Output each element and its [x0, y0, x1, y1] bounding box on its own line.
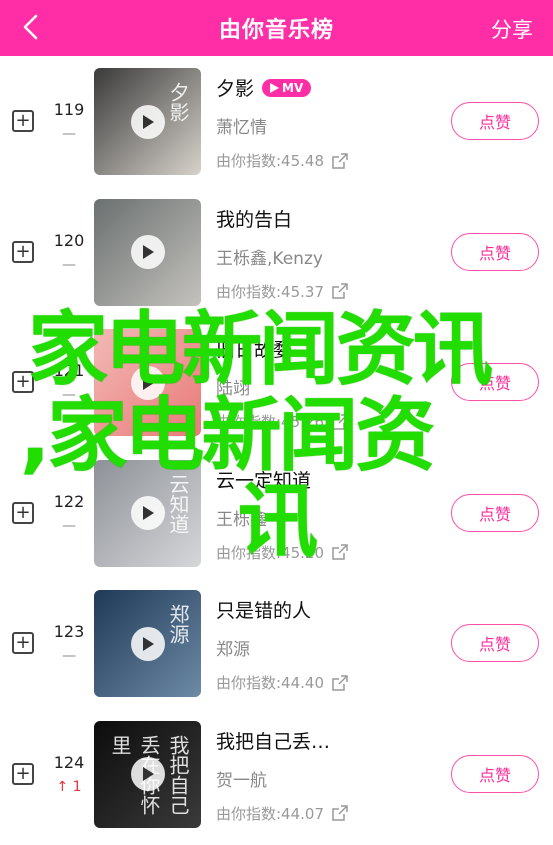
cover-text: 夕影: [166, 82, 190, 122]
rank-number: 121: [53, 361, 85, 380]
score-index-label: 由你指数:44.40: [216, 674, 324, 692]
play-button[interactable]: [130, 235, 165, 269]
rank-trend: —: [62, 387, 76, 403]
top-bar: 由你音乐榜 分享: [0, 0, 553, 56]
add-to-playlist-button[interactable]: +: [12, 371, 34, 393]
song-title[interactable]: 旧日故婺: [216, 335, 292, 362]
like-button[interactable]: 点赞: [451, 232, 539, 271]
song-title-row: 夕影 MV: [216, 74, 312, 101]
like-button[interactable]: 点赞: [451, 102, 539, 140]
album-cover[interactable]: [94, 329, 201, 436]
song-title[interactable]: 云一定知道: [216, 466, 311, 493]
rank-trend: —: [62, 256, 76, 273]
play-button[interactable]: [130, 757, 165, 791]
artist-name[interactable]: 贺一航: [216, 766, 267, 791]
song-title-row: 我的告白: [216, 205, 292, 232]
song-title-row: 只是错的人: [216, 596, 311, 623]
play-icon: [142, 245, 154, 259]
chart-row[interactable]: + 121 — 旧日故婺 陆翊 由你指数:45.26 点赞: [0, 317, 553, 448]
song-title[interactable]: 我的告白: [216, 205, 292, 232]
score-index: 由你指数:45.37: [216, 281, 348, 302]
external-link-icon[interactable]: [332, 544, 348, 560]
rank-number: 124: [53, 752, 85, 772]
play-icon: [270, 82, 280, 93]
rank-trend: —: [62, 126, 76, 142]
chart-row[interactable]: + 120 — 我的告白 王栎鑫,Kenzy 由你指数:45.37 点赞: [0, 187, 553, 318]
chart-row[interactable]: + 124 ↑ 1 我把自己丢在你怀里 我把自己丢… 贺一航 由你指数:44.0…: [0, 709, 553, 840]
like-button[interactable]: 点赞: [451, 493, 539, 532]
share-button[interactable]: 分享: [491, 14, 533, 44]
album-cover[interactable]: 我把自己丢在你怀里: [94, 720, 201, 828]
play-icon: [142, 767, 154, 781]
rank-trend: ↑ 1: [56, 778, 82, 795]
song-title-row: 旧日故婺: [216, 335, 292, 362]
rank-number: 122: [53, 491, 85, 511]
song-title-row: 云一定知道: [216, 466, 311, 493]
play-icon: [142, 636, 154, 651]
add-to-playlist-button[interactable]: +: [12, 762, 34, 785]
score-index: 由你指数:45.20: [216, 542, 348, 563]
external-link-icon[interactable]: [332, 674, 348, 691]
rank-number: 120: [53, 230, 85, 250]
rank-number: 123: [53, 622, 85, 641]
play-button[interactable]: [130, 496, 165, 530]
artist-name[interactable]: 萧忆情: [216, 113, 267, 138]
chart-row[interactable]: + 122 — 云知道 云一定知道 王栎鑫 由你指数:45.20 点赞: [0, 448, 553, 579]
score-index-label: 由你指数:45.48: [216, 152, 324, 170]
score-index: 由你指数:44.40: [216, 672, 348, 693]
rank-trend: —: [62, 648, 76, 664]
cover-text: 郑源: [166, 604, 190, 644]
artist-name[interactable]: 陆翊: [216, 374, 250, 399]
mv-badge[interactable]: MV: [262, 78, 312, 97]
like-button[interactable]: 点赞: [451, 754, 539, 793]
page-title: 由你音乐榜: [218, 18, 334, 43]
artist-name[interactable]: 郑源: [216, 635, 250, 660]
play-icon: [142, 114, 154, 129]
song-title[interactable]: 夕影: [216, 74, 254, 101]
score-index-label: 由你指数:45.26: [216, 413, 324, 431]
score-index-label: 由你指数:45.37: [216, 282, 324, 301]
album-cover[interactable]: 郑源: [94, 590, 201, 697]
external-link-icon[interactable]: [332, 283, 348, 299]
rank-trend: —: [62, 517, 76, 534]
chart-list: + 119 — 夕影 夕影 MV 萧忆情 由你指数:45.48 点赞 + 120: [0, 56, 553, 839]
external-link-icon[interactable]: [332, 805, 348, 821]
rank-number: 119: [53, 100, 85, 119]
play-icon: [142, 375, 154, 390]
chart-row[interactable]: + 119 — 夕影 夕影 MV 萧忆情 由你指数:45.48 点赞: [0, 56, 553, 187]
external-link-icon[interactable]: [332, 413, 348, 430]
album-cover[interactable]: [94, 198, 201, 306]
score-index: 由你指数:45.26: [216, 411, 348, 432]
album-cover[interactable]: 云知道: [94, 459, 201, 567]
back-button[interactable]: [16, 12, 46, 42]
song-title[interactable]: 只是错的人: [216, 596, 311, 623]
add-to-playlist-button[interactable]: +: [12, 501, 34, 524]
like-button[interactable]: 点赞: [451, 624, 539, 662]
add-to-playlist-button[interactable]: +: [12, 632, 34, 654]
like-button[interactable]: 点赞: [451, 363, 539, 401]
album-cover[interactable]: 夕影: [94, 68, 201, 175]
chart-row[interactable]: + 123 — 郑源 只是错的人 郑源 由你指数:44.40 点赞: [0, 578, 553, 709]
score-index-label: 由你指数:45.20: [216, 543, 324, 562]
add-to-playlist-button[interactable]: +: [12, 110, 34, 132]
play-button[interactable]: [130, 365, 165, 400]
play-button[interactable]: [130, 626, 165, 661]
play-icon: [142, 506, 154, 520]
add-to-playlist-button[interactable]: +: [12, 240, 34, 263]
score-index: 由你指数:44.07: [216, 803, 348, 824]
score-index: 由你指数:45.48: [216, 150, 348, 171]
play-button[interactable]: [130, 104, 165, 139]
cover-text: 云知道: [166, 473, 190, 534]
external-link-icon[interactable]: [332, 152, 348, 169]
artist-name[interactable]: 王栎鑫,Kenzy: [216, 244, 323, 269]
song-title-row: 我把自己丢…: [216, 727, 330, 754]
mv-label: MV: [282, 80, 304, 95]
song-title[interactable]: 我把自己丢…: [216, 727, 330, 754]
artist-name[interactable]: 王栎鑫: [216, 505, 267, 530]
chevron-left-icon: [23, 14, 38, 40]
score-index-label: 由你指数:44.07: [216, 804, 324, 823]
